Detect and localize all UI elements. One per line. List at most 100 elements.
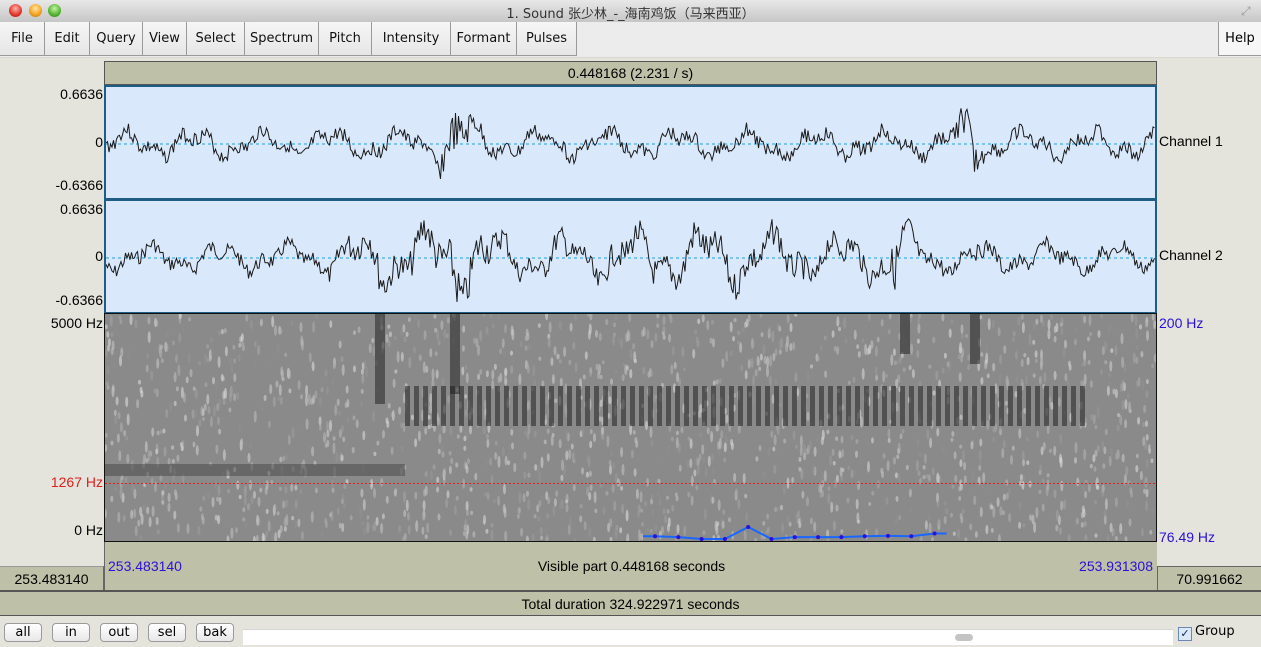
- spectrogram-speckle: [998, 374, 1002, 384]
- spectrogram-speckle: [269, 384, 273, 395]
- spectrogram-speckle: [725, 350, 729, 362]
- spectrogram-speckle: [166, 332, 170, 338]
- spectrogram-speckle: [537, 516, 541, 522]
- spectrogram-speckle: [928, 364, 932, 369]
- spectrogram-speckle: [288, 388, 292, 394]
- spectrogram-speckle: [1032, 373, 1036, 378]
- spectrogram-speckle: [1124, 419, 1128, 429]
- menu-intensity[interactable]: Intensity: [372, 22, 451, 56]
- spectrogram-speckle: [894, 360, 897, 366]
- spectrogram-speckle: [432, 464, 436, 470]
- spectrogram-speckle: [275, 380, 279, 388]
- spectrogram-speckle: [885, 373, 889, 378]
- spectrogram-speckle: [1151, 363, 1155, 369]
- channel2-min-label: -0.6366: [55, 292, 103, 308]
- right-time-value[interactable]: 70.991662: [1157, 566, 1261, 590]
- spectrogram-speckle: [1094, 424, 1098, 430]
- spectrogram-striation: [1080, 386, 1085, 426]
- left-time-value[interactable]: 253.483140: [0, 566, 104, 590]
- spectrogram-speckle: [621, 374, 625, 382]
- spectrogram-speckle: [876, 336, 880, 343]
- zoom-back-button[interactable]: bak: [196, 623, 234, 642]
- spectrogram-speckle: [861, 344, 865, 357]
- menu-edit[interactable]: Edit: [45, 22, 90, 56]
- zoom-all-button[interactable]: all: [4, 623, 42, 642]
- spectrogram-speckle: [1083, 448, 1087, 461]
- horizontal-scrollbar[interactable]: [243, 629, 1173, 645]
- spectrogram-speckle: [146, 506, 150, 515]
- scrollbar-thumb[interactable]: [955, 634, 973, 641]
- spectrogram-speckle: [620, 485, 624, 491]
- menu-pitch[interactable]: Pitch: [319, 22, 372, 56]
- menu-help[interactable]: Help: [1218, 22, 1261, 56]
- zoom-out-button[interactable]: out: [100, 623, 138, 642]
- spectrogram-speckle: [338, 429, 342, 439]
- pitch-point: [816, 535, 821, 540]
- spectrogram-speckle: [220, 329, 224, 335]
- group-checkbox[interactable]: ✓ Group: [1178, 624, 1235, 641]
- spectrogram-speckle: [717, 441, 721, 450]
- fullscreen-icon[interactable]: ⤢: [1241, 4, 1255, 18]
- spectrogram-speckle: [1080, 512, 1084, 519]
- spectrogram-speckle: [134, 525, 138, 537]
- spectrogram-speckle: [917, 318, 921, 325]
- visible-part-bar[interactable]: 253.483140 Visible part 0.448168 seconds…: [104, 542, 1157, 590]
- spectrogram-speckle: [554, 398, 558, 403]
- channel1-waveform[interactable]: [104, 85, 1157, 200]
- spectrogram-speckle: [284, 352, 288, 357]
- spectrogram-speckle: [785, 341, 789, 353]
- spectrogram-speckle: [1041, 478, 1045, 484]
- spectrogram-speckle: [342, 436, 346, 443]
- pitch-point: [699, 536, 704, 541]
- spectrogram-speckle: [1114, 497, 1118, 508]
- spectrogram-speckle: [1008, 488, 1011, 495]
- spectrogram-speckle: [533, 514, 537, 519]
- spectrogram-speckle: [167, 457, 171, 465]
- zoom-selection-button[interactable]: sel: [148, 623, 186, 642]
- spectrogram-striation: [810, 386, 815, 426]
- spectrogram-speckle: [450, 457, 454, 465]
- menu-view[interactable]: View: [143, 22, 187, 56]
- spectrogram-speckle: [890, 354, 894, 366]
- total-duration-bar[interactable]: Total duration 324.922971 seconds: [0, 590, 1261, 616]
- menu-file[interactable]: File: [0, 22, 45, 56]
- spectrogram-speckle: [222, 399, 226, 405]
- spectrogram-speckle: [874, 345, 878, 357]
- spectrogram-speckle: [484, 456, 488, 468]
- spectrogram-speckle: [840, 435, 844, 444]
- spectrogram-speckle: [462, 530, 466, 537]
- spectrogram-speckle: [329, 419, 332, 432]
- selection-duration-bar[interactable]: 0.448168 (2.231 / s): [104, 61, 1157, 85]
- spectrogram-speckle: [115, 328, 119, 335]
- channel2-waveform[interactable]: [104, 199, 1157, 314]
- zoom-in-button[interactable]: in: [52, 623, 90, 642]
- spectrogram-speckle: [650, 498, 653, 505]
- spectrogram-speckle: [217, 514, 221, 525]
- spectrogram-speckle: [675, 437, 679, 449]
- spectrogram-speckle: [499, 348, 503, 355]
- spectrogram[interactable]: [104, 313, 1157, 542]
- spectrogram-speckle: [571, 451, 575, 463]
- spectrogram-speckle: [475, 337, 479, 348]
- checkmark-icon[interactable]: ✓: [1178, 627, 1192, 641]
- menu-query[interactable]: Query: [90, 22, 143, 56]
- spectrogram-speckle: [486, 492, 490, 500]
- spectrogram-speckle: [167, 502, 171, 512]
- spectrogram-speckle: [699, 403, 703, 413]
- menu-pulses[interactable]: Pulses: [517, 22, 577, 56]
- spectrogram-speckle: [703, 508, 707, 521]
- spectrogram-speckle: [947, 359, 951, 372]
- spectrogram-speckle: [927, 514, 931, 521]
- spectrogram-speckle: [770, 430, 774, 438]
- spectrogram-speckle: [599, 374, 603, 380]
- spectrogram-speckle: [110, 440, 114, 446]
- menu-spectrum[interactable]: Spectrum: [245, 22, 319, 56]
- spectrogram-speckle: [660, 458, 664, 469]
- spectrogram-speckle: [320, 530, 324, 539]
- menu-select[interactable]: Select: [187, 22, 245, 56]
- spectrogram-speckle: [983, 364, 987, 370]
- spectrogram-speckle: [1014, 350, 1018, 360]
- spectrogram-speckle: [1121, 380, 1125, 392]
- menu-formant[interactable]: Formant: [451, 22, 517, 56]
- spectrogram-speckle: [446, 317, 450, 324]
